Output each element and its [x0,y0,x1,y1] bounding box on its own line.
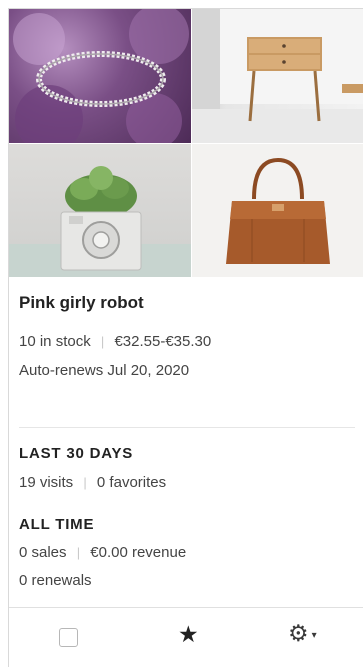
feature-star-icon[interactable]: ★ [178,623,199,646]
succulent-planter-image[interactable] [9,144,191,277]
sales-count: 0 sales [19,544,67,561]
last-30-days-stats: 19 visits | 0 favorites [19,474,166,491]
renewal-date: Auto-renews Jul 20, 2020 [19,362,190,379]
select-checkbox[interactable] [59,628,78,647]
all-time-stats: 0 sales | €0.00 revenue [19,544,186,561]
succulent-planter-image-art [9,166,191,277]
leather-bag-image[interactable] [192,144,363,277]
settings-menu-button[interactable]: ⚙ ▾ [288,622,317,645]
gear-icon: ⚙ [288,620,309,646]
all-time-heading: ALL TIME [19,516,95,533]
separator: | [100,334,105,349]
nightstand-image[interactable] [192,9,363,143]
visits-count: 19 visits [19,474,74,491]
card-actions: ★ ⚙ ▾ [9,607,363,668]
revenue-amount: €0.00 revenue [90,544,187,561]
stock-price-line: 10 in stock | €32.55-€35.30 [19,333,211,350]
leather-bag-image-art [226,157,330,264]
ring-image[interactable] [9,9,191,143]
ring-image-art [13,9,189,143]
price-range: €32.55-€35.30 [114,333,212,350]
stock-count: 10 in stock [19,333,91,350]
listing-title[interactable]: Pink girly robot [19,293,144,313]
nightstand-image-art [192,9,363,143]
separator: | [76,545,81,560]
favorites-count: 0 favorites [96,474,167,491]
divider [19,427,355,428]
chevron-down-icon: ▾ [311,629,317,641]
last-30-days-heading: LAST 30 DAYS [19,445,134,462]
separator: | [83,475,87,490]
renewals-count: 0 renewals [19,572,92,589]
image-grid[interactable] [9,9,363,277]
listing-card: Pink girly robot 10 in stock | €32.55-€3… [8,8,363,667]
